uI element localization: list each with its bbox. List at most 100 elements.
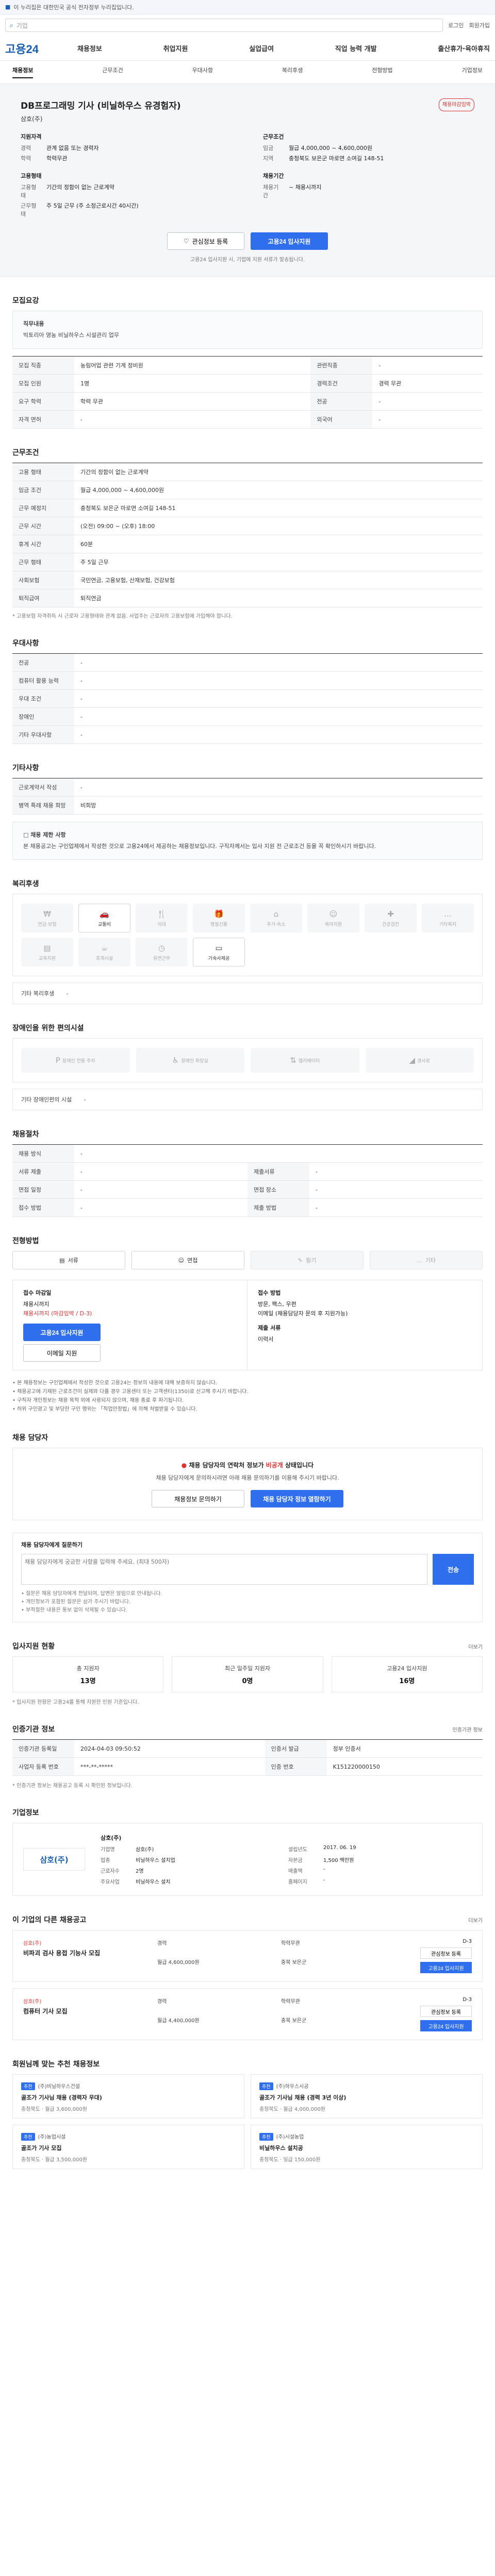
- send-button[interactable]: 전송: [433, 1554, 474, 1585]
- disability-grid: P 장애인 전용 주차 ♿ 장애인 화장실 ⇅ 엘리베이터 ◢ 경사로: [21, 1048, 474, 1073]
- employment-block: 고용형태 고용형태 기간의 정함이 없는 근로계약 근무형태 주 5일 근무 (주 …: [21, 173, 139, 217]
- gnb-item-benefit[interactable]: 실업급여: [249, 43, 274, 53]
- gnb-item-support[interactable]: 취업지원: [163, 43, 188, 53]
- apply-button[interactable]: 고용24 입사지원: [251, 232, 328, 250]
- disability-title: 장애인을 위한 편의시설: [12, 1024, 84, 1032]
- welfare-grid-box: ₩ 연금·보험 🚗 교통비 🍴 식대 🎁 명절선물 ⌂ 주거·숙소 ☺ 육아지원 ✚ 건강검진…: [12, 894, 483, 976]
- recommend-card[interactable]: 추천 (주)시설농업 비닐하우스 설치공 충청북도 · 일급 150,000원: [251, 2125, 483, 2169]
- interview-icon: ☺: [178, 1257, 185, 1264]
- welfare-item: 🍴 식대: [136, 904, 188, 933]
- inquiry-button[interactable]: 채용정보 문의하기: [152, 1490, 244, 1507]
- search-input[interactable]: ⌕ 기업: [5, 19, 443, 32]
- document-icon: ▤: [59, 1257, 65, 1264]
- login-link[interactable]: 로그인: [448, 21, 464, 29]
- welfare-item: ◷ 유연근무: [136, 938, 188, 967]
- recruit-title: 모집요강: [12, 297, 39, 305]
- search-icon: ⌕: [10, 21, 13, 29]
- alert-icon: ●: [181, 1462, 187, 1469]
- step-document: ▤ 서류: [12, 1251, 125, 1269]
- step-interview: ☺ 면접: [131, 1251, 244, 1269]
- health-icon: ✚: [387, 909, 394, 919]
- preferred-table: 전공 - 컴퓨터 활용 능력 - 우대 조건 - 장애인 - 기타 우대사항 -: [12, 653, 483, 744]
- tab-conditions[interactable]: 근무조건: [102, 66, 123, 78]
- process-title: 채용절차: [12, 1130, 39, 1139]
- gift-icon: 🎁: [214, 909, 224, 919]
- welfare-etc: 기타 복리후생 -: [12, 982, 483, 1004]
- list-item[interactable]: 삼호(주) 컴퓨터 기사 모집 경력 학력무관 월급 4,400,000원 충북 보은…: [12, 1988, 483, 2040]
- coffee-icon: ☕: [101, 943, 108, 953]
- job-summary: DB프로그래밍 기사 (비닐하우스 유경험자) 채용마감임박 삼호(주) 지원자…: [0, 84, 495, 277]
- apply-button[interactable]: 고용24 입사지원: [420, 1962, 472, 1973]
- step-written: ✎ 필기: [251, 1251, 364, 1269]
- signup-link[interactable]: 회원가입: [469, 21, 490, 29]
- dday-badge: D-3: [463, 1997, 472, 2003]
- disability-item: ◢ 경사로: [365, 1048, 474, 1073]
- heart-icon: ♡: [183, 238, 189, 245]
- company-name[interactable]: 삼호(주): [21, 114, 474, 123]
- list-item[interactable]: 삼호(주) 비파괴 검사 용접 기능사 모집 경력 학력무관 월급 4,600,00…: [12, 1930, 483, 1982]
- gov-banner-text: 이 누리집은 대한민국 공식 전자정부 누리집입니다.: [13, 4, 134, 11]
- table-row: 전공 -: [12, 654, 483, 672]
- inquiry-textarea[interactable]: [21, 1554, 427, 1585]
- related-header: 이 기업의 다른 채용공고 더보기: [12, 1916, 483, 1924]
- search-row: ⌕ 기업 로그인 회원가입: [0, 14, 495, 36]
- apply-notice: 고용24 입사지원 시, 기업에 지원 서류가 발송됩니다.: [190, 257, 305, 263]
- recommend-grid: 추천 (주)비닐하우스건설 골조가 기사님 채용 (경력자 우대) 충청북도 · …: [12, 2074, 483, 2169]
- disability-item: ♿ 장애인 화장실: [136, 1048, 244, 1073]
- related-more-link[interactable]: 더보기: [468, 1916, 483, 1924]
- welfare-item: ☕ 휴게시설: [78, 938, 130, 967]
- table-row: 기타 우대사항 -: [12, 725, 483, 744]
- save-interest-button[interactable]: ♡ 관심정보 등록: [167, 232, 244, 250]
- agency-more-link[interactable]: 인증기관 정보: [453, 1725, 483, 1733]
- pen-icon: ✎: [298, 1257, 303, 1264]
- recommend-card[interactable]: 추천 (주)하우스시공 골조가 기사님 채용 (경력 3년 이상) 충청북도 · …: [251, 2074, 483, 2119]
- tab-preferred[interactable]: 우대사항: [192, 66, 213, 78]
- inquiry-notes: • 질문은 채용 담당자에게 전달되며, 답변은 알림으로 안내됩니다. • 개…: [21, 1591, 162, 1613]
- welfare-item: ▤ 교육지원: [21, 938, 73, 967]
- table-row: 요구 학력 학력 무관 전공 -: [12, 392, 483, 411]
- table-row: 임금 조건 월급 4,000,000 ~ 4,600,000원: [12, 481, 483, 499]
- apply-title: 전형방법: [12, 1237, 39, 1245]
- welfare-item: … 기타복지: [422, 904, 474, 933]
- table-row: 컴퓨터 활용 능력 -: [12, 671, 483, 690]
- recommend-card[interactable]: 추천 (주)농업시설 골조가 기사 모집 충청북도 · 월급 3,500,000원: [12, 2125, 244, 2169]
- apply-method-box: 접수 마감일 채용시까지 채용시까지 (마감임박 / D-3) 고용24 입사지…: [12, 1280, 483, 1370]
- stat-total: 총 지원자 13명: [12, 1656, 164, 1692]
- welfare-item: ₩ 연금·보험: [21, 904, 73, 933]
- apply-button-2[interactable]: 고용24 입사지원: [23, 1324, 101, 1341]
- save-interest-button[interactable]: 관심정보 등록: [420, 1947, 472, 1959]
- process-table: 채용 방식 - 서류 제출 - 제출서류 - 면접 일정 - 면접 장소 - 접수 방법 - 제출…: [12, 1144, 483, 1217]
- tab-company[interactable]: 기업정보: [461, 66, 482, 78]
- email-apply-button[interactable]: 이메일 지원: [23, 1344, 101, 1362]
- table-row: 서류 제출 - 제출서류 -: [12, 1162, 483, 1181]
- summary-actions: ♡ 관심정보 등록 고용24 입사지원: [21, 232, 474, 250]
- recommend-card[interactable]: 추천 (주)비닐하우스건설 골조가 기사님 채용 (경력자 우대) 충청북도 · …: [12, 2074, 244, 2119]
- welfare-item: 🎁 명절선물: [193, 904, 245, 933]
- view-manager-button[interactable]: 채용 담당자 정보 열람하기: [251, 1490, 343, 1507]
- car-icon: 🚗: [100, 909, 109, 919]
- agency-header: 인증기관 정보 인증기관 정보: [12, 1725, 483, 1734]
- global-nav: 고용24 채용정보 취업지원 실업급여 직업 능력 개발 출산휴가·육아휴직: [0, 36, 495, 61]
- logo[interactable]: 고용24: [5, 40, 77, 57]
- tab-recruit[interactable]: 채용정보: [12, 66, 34, 78]
- table-row: 병역 특례 채용 희망 비희망: [12, 796, 483, 815]
- money-icon: ₩: [43, 909, 51, 919]
- house-icon: ⌂: [273, 909, 279, 919]
- tab-welfare[interactable]: 복리후생: [282, 66, 303, 78]
- bed-icon: ▭: [215, 943, 223, 953]
- etc-title: 기타사항: [12, 764, 39, 772]
- gnb-item-jobs[interactable]: 채용정보: [77, 43, 102, 53]
- ramp-icon: ◢: [409, 1056, 416, 1065]
- status-more-link[interactable]: 더보기: [468, 1642, 483, 1650]
- company-box: 삼호(주) 삼호(주) 기업명 삼호(주) 설립년도 2017. 06. 19 업종…: [12, 1823, 483, 1896]
- save-interest-button[interactable]: 관심정보 등록: [420, 2006, 472, 2017]
- tab-apply[interactable]: 전형방법: [372, 66, 392, 78]
- apply-button[interactable]: 고용24 입사지원: [420, 2020, 472, 2031]
- gnb-item-leave[interactable]: 출산휴가·육아휴직: [438, 43, 490, 53]
- table-row: 장애인 -: [12, 707, 483, 726]
- gnb-item-training[interactable]: 직업 능력 개발: [335, 43, 377, 53]
- deadline-panel: 접수 마감일 채용시까지 채용시까지 (마감임박 / D-3) 고용24 입사지…: [13, 1280, 248, 1370]
- manager-actions: 채용정보 문의하기 채용 담당자 정보 열람하기: [25, 1490, 470, 1507]
- manager-box: ● 채용 담당자의 연락처 정보가 비공개 상태입니다 채용 담당자에게 문의하…: [12, 1448, 483, 1520]
- other-icon: …: [444, 909, 452, 919]
